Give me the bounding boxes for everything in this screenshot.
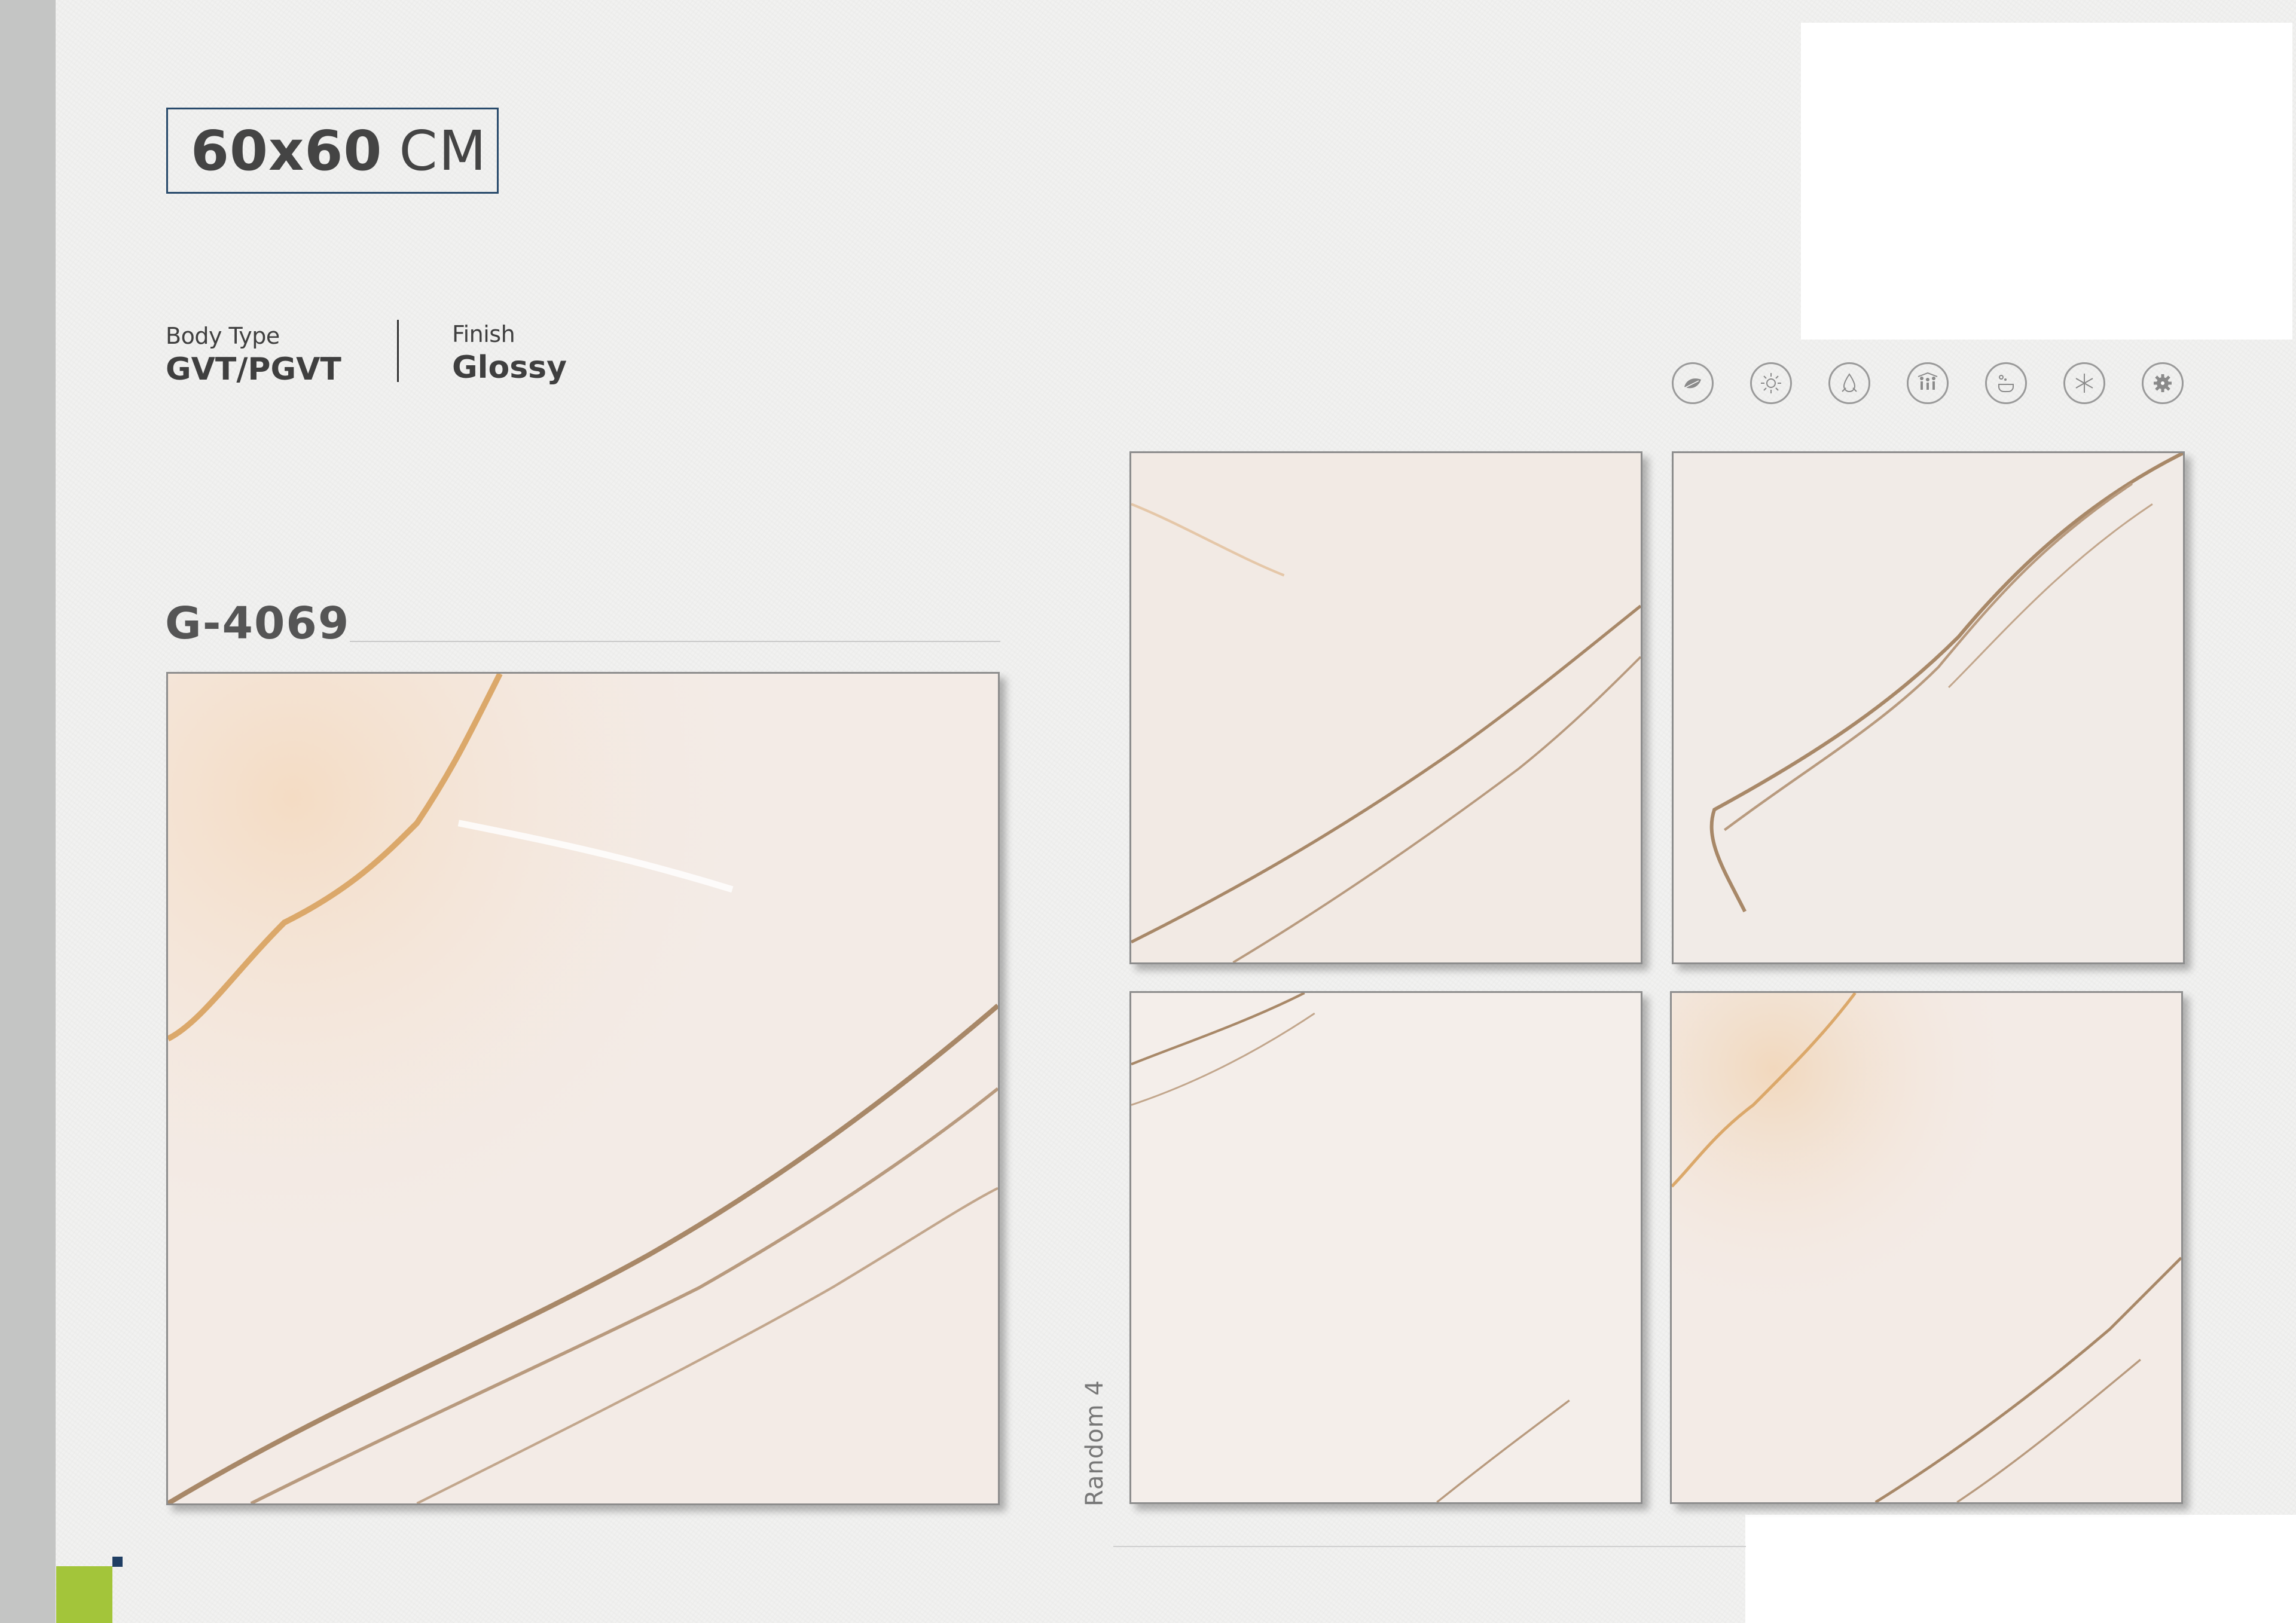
body-type-label: Body Type: [166, 323, 280, 349]
sun-icon: [1750, 362, 1792, 404]
size-unit: CM: [399, 118, 488, 183]
finish-label: Finish: [452, 321, 515, 347]
variation-tile-3: [1129, 991, 1642, 1504]
finish-spec: Finish Glossy: [452, 321, 567, 386]
family-icon: [1907, 362, 1949, 404]
hygiene-icon: [1985, 362, 2027, 404]
variation-tile-1: [1129, 451, 1642, 964]
main-tile-image: [166, 672, 1000, 1505]
tile-size-box: 60x60 CM: [166, 108, 499, 194]
variation-tile-2: [1672, 451, 2185, 964]
logo-placeholder: [1801, 23, 2292, 340]
gear-icon: [2142, 362, 2184, 404]
spec-divider: [397, 320, 399, 382]
code-underline: [350, 641, 1000, 642]
body-type-spec: Body Type GVT/PGVT: [166, 323, 341, 387]
bottom-rule: [1113, 1546, 1746, 1547]
feature-icons: [1672, 362, 2186, 408]
body-type-value: GVT/PGVT: [166, 352, 341, 387]
eco-leaf-icon: [1672, 362, 1714, 404]
footer-placeholder: [1745, 1515, 2296, 1623]
product-code: G-4069: [165, 598, 350, 649]
frost-icon: [2063, 362, 2105, 404]
side-strip: [0, 0, 56, 1623]
accent-square-green: [56, 1566, 112, 1623]
finish-value: Glossy: [452, 350, 567, 386]
variation-tile-4: [1670, 991, 2183, 1504]
size-number: 60x60: [191, 118, 383, 183]
water-drop-icon: [1828, 362, 1870, 404]
variation-label: Random 4: [1081, 1380, 1109, 1506]
accent-square-navy: [112, 1557, 123, 1567]
